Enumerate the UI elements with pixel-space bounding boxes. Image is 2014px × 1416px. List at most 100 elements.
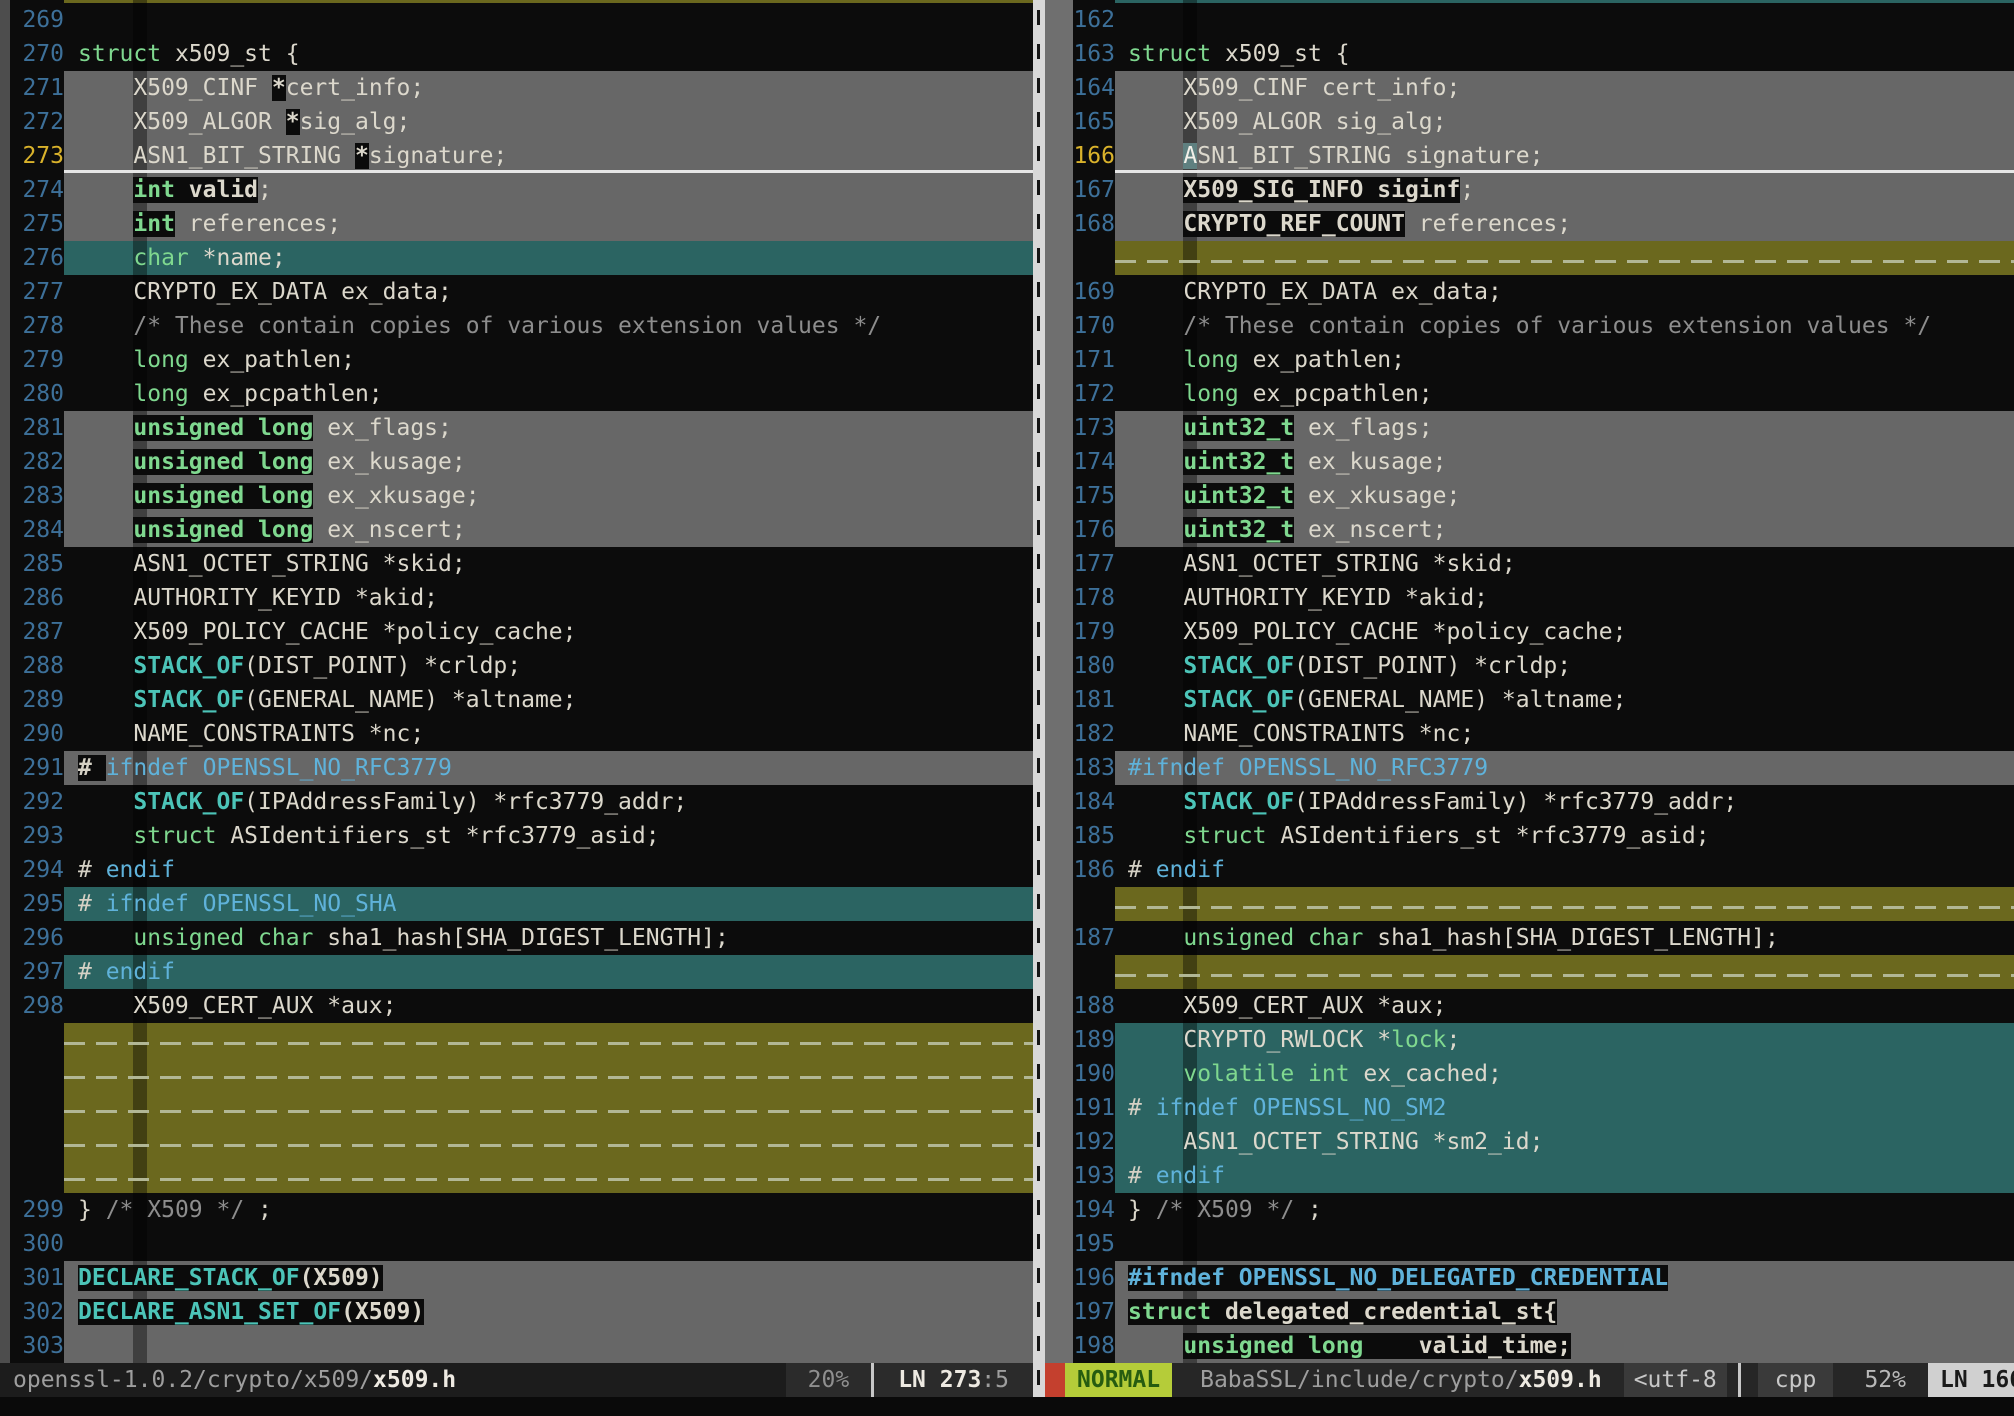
code-line[interactable]: 198 unsigned long valid_time; [1073,1329,2014,1363]
pane-divider[interactable] [1033,0,1045,1397]
code-line[interactable]: 293 struct ASIdentifiers_st *rfc3779_asi… [0,819,1033,853]
code-line[interactable]: 177 ASN1_OCTET_STRING *skid; [1073,547,2014,581]
right-gutter-strip[interactable] [1045,0,1073,1363]
code-line[interactable]: 278 /* These contain copies of various e… [0,309,1033,343]
code-line[interactable]: 287 X509_POLICY_CACHE *policy_cache; [0,615,1033,649]
code-line[interactable]: 297# endif [0,955,1033,989]
left-scrollbar-strip[interactable] [0,0,10,1363]
code-line[interactable]: 290 NAME_CONSTRAINTS *nc; [0,717,1033,751]
code-line[interactable]: 284 unsigned long ex_nscert; [0,513,1033,547]
code-line[interactable]: 273 ASN1_BIT_STRING *signature; [0,139,1033,173]
code-line[interactable]: 286 AUTHORITY_KEYID *akid; [0,581,1033,615]
code-line[interactable]: 288 STACK_OF(DIST_POINT) *crldp; [0,649,1033,683]
code-line[interactable]: 289 STACK_OF(GENERAL_NAME) *altname; [0,683,1033,717]
code-line[interactable]: 292 STACK_OF(IPAddressFamily) *rfc3779_a… [0,785,1033,819]
line-text: uint32_t ex_flags; [1115,411,2014,445]
code-line[interactable]: 172 long ex_pcpathlen; [1073,377,2014,411]
code-line[interactable]: 163struct x509_st { [1073,37,2014,71]
line-text: ASN1_OCTET_STRING *skid; [64,547,1033,581]
line-text: NAME_CONSTRAINTS *nc; [64,717,1033,751]
code-line[interactable]: 197struct delegated_credential_st{ [1073,1295,2014,1329]
code-line[interactable]: 189 CRYPTO_RWLOCK *lock; [1073,1023,2014,1057]
code-line[interactable]: 272 X509_ALGOR *sig_alg; [0,105,1033,139]
left-statusline: openssl-1.0.2/crypto/x509/x509.h 20% LN … [0,1363,1033,1397]
code-line[interactable]: 303 [0,1329,1033,1363]
right-editor-pane[interactable]: 162163struct x509_st {164 X509_CINF cert… [1073,0,2014,1363]
code-line[interactable]: 169 CRYPTO_EX_DATA ex_data; [1073,275,2014,309]
code-line[interactable]: 271 X509_CINF *cert_info; [0,71,1033,105]
code-line[interactable]: 283 unsigned long ex_xkusage; [0,479,1033,513]
code-line[interactable]: 166 ASN1_BIT_STRING signature; [1073,139,2014,173]
code-line[interactable]: 196#ifndef OPENSSL_NO_DELEGATED_CREDENTI… [1073,1261,2014,1295]
diff-filler-line[interactable] [0,1023,1033,1057]
diff-filler-line[interactable] [1073,887,2014,921]
line-text: X509_SIG_INFO siginf; [1115,173,2014,207]
code-line[interactable]: 183#ifndef OPENSSL_NO_RFC3779 [1073,751,2014,785]
code-line[interactable]: 175 uint32_t ex_xkusage; [1073,479,2014,513]
vimdiff-screen: 269270struct x509_st {271 X509_CINF *cer… [0,0,2014,1416]
code-line[interactable]: 174 uint32_t ex_kusage; [1073,445,2014,479]
line-number: 189 [1073,1023,1115,1057]
code-line[interactable]: 298 X509_CERT_AUX *aux; [0,989,1033,1023]
right-file-name: x509.h [1519,1367,1602,1393]
code-line[interactable]: 294# endif [0,853,1033,887]
code-line[interactable]: 295# ifndef OPENSSL_NO_SHA [0,887,1033,921]
code-line[interactable]: 301DECLARE_STACK_OF(X509) [0,1261,1033,1295]
code-line[interactable]: 194} /* X509 */ ; [1073,1193,2014,1227]
code-line[interactable]: 179 X509_POLICY_CACHE *policy_cache; [1073,615,2014,649]
code-line[interactable]: 291# ifndef OPENSSL_NO_RFC3779 [0,751,1033,785]
code-line[interactable]: 274 int valid; [0,173,1033,207]
line-text: STACK_OF(DIST_POINT) *crldp; [64,649,1033,683]
filler-dashes [64,1042,1033,1045]
line-text: unsigned long ex_kusage; [64,445,1033,479]
code-line[interactable]: 296 unsigned char sha1_hash[SHA_DIGEST_L… [0,921,1033,955]
code-line[interactable]: 277 CRYPTO_EX_DATA ex_data; [0,275,1033,309]
diff-filler-line[interactable] [0,1159,1033,1193]
code-line[interactable]: 285 ASN1_OCTET_STRING *skid; [0,547,1033,581]
code-line[interactable]: 275 int references; [0,207,1033,241]
code-line[interactable]: 191# ifndef OPENSSL_NO_SM2 [1073,1091,2014,1125]
diff-filler-line[interactable] [1073,955,2014,989]
code-line[interactable]: 282 unsigned long ex_kusage; [0,445,1033,479]
code-line[interactable]: 188 X509_CERT_AUX *aux; [1073,989,2014,1023]
code-line[interactable]: 279 long ex_pathlen; [0,343,1033,377]
code-line[interactable]: 168 CRYPTO_REF_COUNT references; [1073,207,2014,241]
code-line[interactable]: 195 [1073,1227,2014,1261]
code-line[interactable]: 299} /* X509 */ ; [0,1193,1033,1227]
code-line[interactable]: 184 STACK_OF(IPAddressFamily) *rfc3779_a… [1073,785,2014,819]
code-line[interactable]: 178 AUTHORITY_KEYID *akid; [1073,581,2014,615]
code-line[interactable]: 276 char *name; [0,241,1033,275]
code-line[interactable]: 165 X509_ALGOR sig_alg; [1073,105,2014,139]
diff-filler-line[interactable] [0,1091,1033,1125]
code-line[interactable]: 170 /* These contain copies of various e… [1073,309,2014,343]
code-line[interactable]: 182 NAME_CONSTRAINTS *nc; [1073,717,2014,751]
code-line[interactable]: 192 ASN1_OCTET_STRING *sm2_id; [1073,1125,2014,1159]
diff-filler-line[interactable] [1073,241,2014,275]
code-line[interactable]: 164 X509_CINF cert_info; [1073,71,2014,105]
code-line[interactable]: 302DECLARE_ASN1_SET_OF(X509) [0,1295,1033,1329]
code-line[interactable]: 280 long ex_pcpathlen; [0,377,1033,411]
left-editor-pane[interactable]: 269270struct x509_st {271 X509_CINF *cer… [0,0,1033,1363]
code-line[interactable]: 300 [0,1227,1033,1261]
code-line[interactable]: 173 uint32_t ex_flags; [1073,411,2014,445]
code-line[interactable]: 190 volatile int ex_cached; [1073,1057,2014,1091]
code-line[interactable]: 171 long ex_pathlen; [1073,343,2014,377]
code-line[interactable]: 281 unsigned long ex_flags; [0,411,1033,445]
code-line[interactable]: 270struct x509_st { [0,37,1033,71]
code-line[interactable]: 167 X509_SIG_INFO siginf; [1073,173,2014,207]
code-line[interactable]: 162 [1073,3,2014,37]
diff-filler-line[interactable] [0,1057,1033,1091]
left-file-name: x509.h [373,1367,456,1393]
code-line[interactable]: 193# endif [1073,1159,2014,1193]
command-line[interactable] [0,1397,2014,1416]
code-line[interactable]: 181 STACK_OF(GENERAL_NAME) *altname; [1073,683,2014,717]
code-line[interactable]: 269 [0,3,1033,37]
line-number: 167 [1073,173,1115,207]
code-line[interactable]: 186# endif [1073,853,2014,887]
code-line[interactable]: 176 uint32_t ex_nscert; [1073,513,2014,547]
diff-filler-line[interactable] [0,1125,1033,1159]
code-line[interactable]: 185 struct ASIdentifiers_st *rfc3779_asi… [1073,819,2014,853]
code-line[interactable]: 187 unsigned char sha1_hash[SHA_DIGEST_L… [1073,921,2014,955]
code-line[interactable]: 180 STACK_OF(DIST_POINT) *crldp; [1073,649,2014,683]
mode-red-indicator [1045,1363,1065,1397]
